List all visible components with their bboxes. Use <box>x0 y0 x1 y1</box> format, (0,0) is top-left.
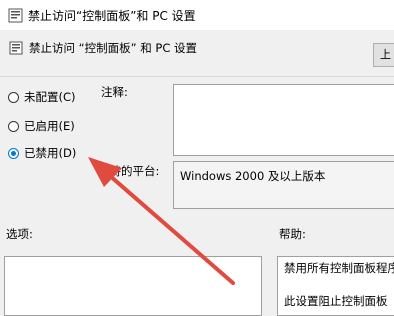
previous-setting-button[interactable]: 上 <box>373 43 394 67</box>
radio-enabled-label[interactable]: 已启用(E) <box>24 118 75 134</box>
header-divider <box>0 76 394 77</box>
policy-setting-icon <box>9 41 23 55</box>
radio-enabled[interactable]: 已启用(E) <box>8 118 75 134</box>
policy-window-icon <box>8 8 23 22</box>
platform-label: 支持的平台: <box>98 164 160 178</box>
radio-disabled-label[interactable]: 已禁用(D) <box>24 145 76 161</box>
radio-enabled-indicator[interactable] <box>8 120 19 132</box>
radio-not-configured-label[interactable]: 未配置(C) <box>24 89 76 105</box>
help-panel: 禁用所有控制面板程序 此设置阻止控制面板 <box>277 256 394 316</box>
comment-textarea[interactable] <box>173 84 394 156</box>
options-label: 选项: <box>6 227 33 241</box>
options-panel <box>4 256 262 316</box>
comment-label: 注释: <box>101 85 128 99</box>
help-text-line: 禁用所有控制面板程序 <box>284 261 394 275</box>
platform-value: Windows 2000 及以上版本 <box>180 169 326 183</box>
radio-disabled-indicator[interactable] <box>8 147 19 159</box>
radio-not-configured-indicator[interactable] <box>8 91 19 103</box>
window-title: 禁止访问“控制面板”和 PC 设置 <box>28 8 196 23</box>
help-text-line: 此设置阻止控制面板 <box>284 294 388 308</box>
platform-box: Windows 2000 及以上版本 <box>173 161 394 209</box>
policy-header: 禁止访问 “控制面板” 和 PC 设置 <box>0 37 394 59</box>
radio-not-configured[interactable]: 未配置(C) <box>8 89 76 105</box>
policy-title: 禁止访问 “控制面板” 和 PC 设置 <box>29 41 198 55</box>
radio-disabled[interactable]: 已禁用(D) <box>8 145 76 161</box>
help-label: 帮助: <box>279 227 306 241</box>
title-bar: 禁止访问“控制面板”和 PC 设置 <box>0 0 394 30</box>
